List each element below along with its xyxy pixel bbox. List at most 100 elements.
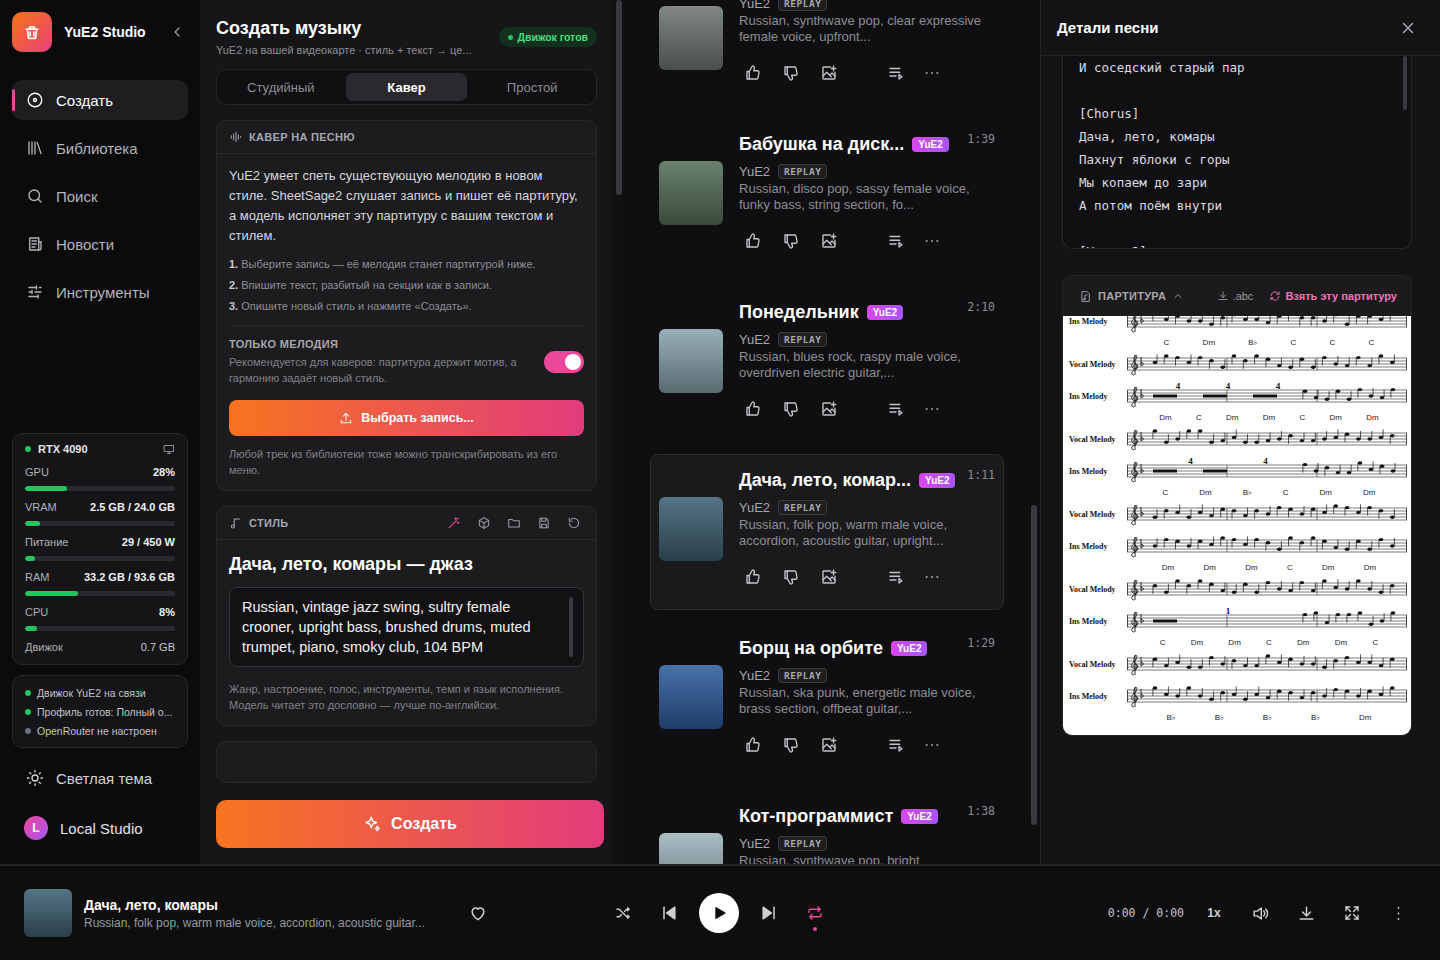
like-button[interactable] bbox=[739, 395, 767, 423]
sidebar-item[interactable]: Новости bbox=[12, 224, 188, 264]
meter-reading: 2.5 GB / 24.0 GB bbox=[90, 501, 175, 513]
reset-button[interactable] bbox=[564, 513, 584, 533]
style-hint: Жанр, настроение, голос, инструменты, те… bbox=[229, 681, 584, 713]
theme-toggle[interactable]: Светлая тема bbox=[12, 760, 188, 796]
staff bbox=[1127, 530, 1407, 562]
mode-tab[interactable]: Кавер bbox=[346, 73, 468, 101]
chord: C bbox=[1287, 562, 1293, 573]
more-button[interactable] bbox=[918, 731, 946, 759]
model-badge: YuE2 bbox=[901, 809, 937, 824]
mode-tab[interactable]: Простой bbox=[471, 73, 593, 101]
queue-button[interactable] bbox=[882, 59, 910, 87]
song-card[interactable]: YuE2 REPLAY Russian, synthwave pop, clea… bbox=[650, 0, 1004, 106]
pick-recording-button[interactable]: Выбрать запись... bbox=[229, 400, 584, 436]
image-plus-icon bbox=[820, 400, 838, 418]
song-card[interactable]: Борщ на орбите YuE2 1:29 YuE2 REPLAY Rus… bbox=[650, 622, 1004, 778]
staff-row: Ins Melody 444 bbox=[1069, 380, 1411, 412]
queue-button[interactable] bbox=[882, 395, 910, 423]
create-button[interactable]: Создать bbox=[216, 800, 604, 848]
repeat-button[interactable] bbox=[799, 897, 831, 929]
collapse-button[interactable] bbox=[166, 21, 188, 43]
style-title[interactable]: Дача, лето, комары — джаз bbox=[229, 554, 584, 575]
create-scrollbar[interactable] bbox=[612, 0, 625, 864]
sidebar-item[interactable]: Библиотека bbox=[12, 128, 188, 168]
upload-icon bbox=[339, 411, 353, 425]
now-playing-cover bbox=[24, 889, 72, 937]
logo[interactable] bbox=[12, 12, 52, 52]
queue-button[interactable] bbox=[882, 731, 910, 759]
user-profile[interactable]: L Local Studio bbox=[12, 810, 188, 846]
status-label: OpenRouter не настроен bbox=[37, 725, 157, 737]
like-button[interactable] bbox=[739, 227, 767, 255]
song-card[interactable]: Бабушка на диск... YuE2 1:39 YuE2 REPLAY… bbox=[650, 118, 1004, 274]
lyrics-scrollbar[interactable] bbox=[1403, 56, 1407, 110]
previous-button[interactable] bbox=[653, 897, 685, 929]
dislike-button[interactable] bbox=[777, 731, 805, 759]
magic-button[interactable] bbox=[444, 513, 464, 533]
song-duration: 1:39 bbox=[967, 131, 995, 146]
queue-button[interactable] bbox=[882, 563, 910, 591]
song-card[interactable]: Понедельник YuE2 2:10 YuE2 REPLAY Russia… bbox=[650, 286, 1004, 442]
melody-only-text: ТОЛЬКО МЕЛОДИЯ Рекомендуется для каверов… bbox=[229, 338, 532, 386]
like-track-button[interactable] bbox=[462, 897, 494, 929]
random-button[interactable] bbox=[474, 513, 494, 533]
queue-button[interactable] bbox=[882, 227, 910, 255]
cover-art-button[interactable] bbox=[815, 59, 843, 87]
dislike-button[interactable] bbox=[777, 59, 805, 87]
sidebar-item[interactable]: Инструменты bbox=[12, 272, 188, 312]
like-button[interactable] bbox=[739, 59, 767, 87]
step-text: Выберите запись — её мелодия станет парт… bbox=[241, 258, 535, 270]
melody-only-switch[interactable] bbox=[544, 351, 584, 373]
song-card[interactable]: Кот-программист YuE2 1:38 YuE2 REPLAY Ru… bbox=[650, 790, 1004, 864]
cover-art-button[interactable] bbox=[815, 563, 843, 591]
dislike-button[interactable] bbox=[777, 227, 805, 255]
swap-icon bbox=[1269, 290, 1281, 302]
style-prompt-field[interactable]: Russian, vintage jazz swing, sultry fema… bbox=[229, 587, 584, 667]
more-button[interactable] bbox=[918, 563, 946, 591]
song-card[interactable]: Дача, лето, комар... YuE2 1:11 YuE2 REPL… bbox=[650, 454, 1004, 610]
download-abc-button[interactable]: .abc bbox=[1217, 290, 1254, 302]
save-button[interactable] bbox=[534, 513, 554, 533]
more-button[interactable] bbox=[918, 227, 946, 255]
staff-notes-icon bbox=[1127, 573, 1407, 605]
song-title: Борщ на орбите bbox=[739, 638, 883, 659]
more-button[interactable] bbox=[1382, 897, 1414, 929]
heart-icon bbox=[468, 903, 488, 923]
like-button[interactable] bbox=[739, 731, 767, 759]
shuffle-button[interactable] bbox=[607, 897, 639, 929]
score-card: ПАРТИТУРА .abc Взять эту партитуру Ins M… bbox=[1062, 275, 1412, 736]
dislike-button[interactable] bbox=[777, 395, 805, 423]
close-button[interactable] bbox=[1396, 16, 1420, 40]
sidebar-item[interactable]: Поиск bbox=[12, 176, 188, 216]
open-button[interactable] bbox=[504, 513, 524, 533]
lyrics-box: И соседский старый пар[Chorus]Дача, лето… bbox=[1062, 56, 1412, 249]
meter-track bbox=[25, 626, 175, 631]
download-button[interactable] bbox=[1290, 897, 1322, 929]
cover-art-button[interactable] bbox=[815, 731, 843, 759]
thumb-up-icon bbox=[744, 400, 762, 418]
more-button[interactable] bbox=[918, 59, 946, 87]
scroll-thumb[interactable] bbox=[616, 0, 622, 195]
take-score-button[interactable]: Взять эту партитуру bbox=[1269, 290, 1397, 302]
mode-tab[interactable]: Студийный bbox=[220, 73, 342, 101]
dislike-button[interactable] bbox=[777, 563, 805, 591]
more-button[interactable] bbox=[918, 395, 946, 423]
cover-art-button[interactable] bbox=[815, 395, 843, 423]
volume-button[interactable] bbox=[1244, 897, 1276, 929]
scroll-thumb[interactable] bbox=[1031, 505, 1037, 825]
sidebar-item-label: Создать bbox=[56, 92, 113, 109]
meter-label: VRAM bbox=[25, 501, 57, 513]
next-button[interactable] bbox=[753, 897, 785, 929]
style-prompt-text: Russian, vintage jazz swing, sultry fema… bbox=[242, 597, 561, 657]
play-button[interactable] bbox=[699, 893, 739, 933]
like-button[interactable] bbox=[739, 563, 767, 591]
speed-button[interactable]: 1x bbox=[1198, 897, 1230, 929]
song-list-scrollbar[interactable] bbox=[1028, 0, 1040, 864]
prompt-scrollbar[interactable] bbox=[569, 597, 573, 657]
monitor-button[interactable] bbox=[163, 443, 175, 455]
meter-header: CPU 8% bbox=[25, 605, 175, 619]
sidebar-item[interactable]: Создать bbox=[12, 80, 188, 120]
fullscreen-button[interactable] bbox=[1336, 897, 1368, 929]
take-score-label: Взять эту партитуру bbox=[1285, 290, 1397, 302]
cover-art-button[interactable] bbox=[815, 227, 843, 255]
